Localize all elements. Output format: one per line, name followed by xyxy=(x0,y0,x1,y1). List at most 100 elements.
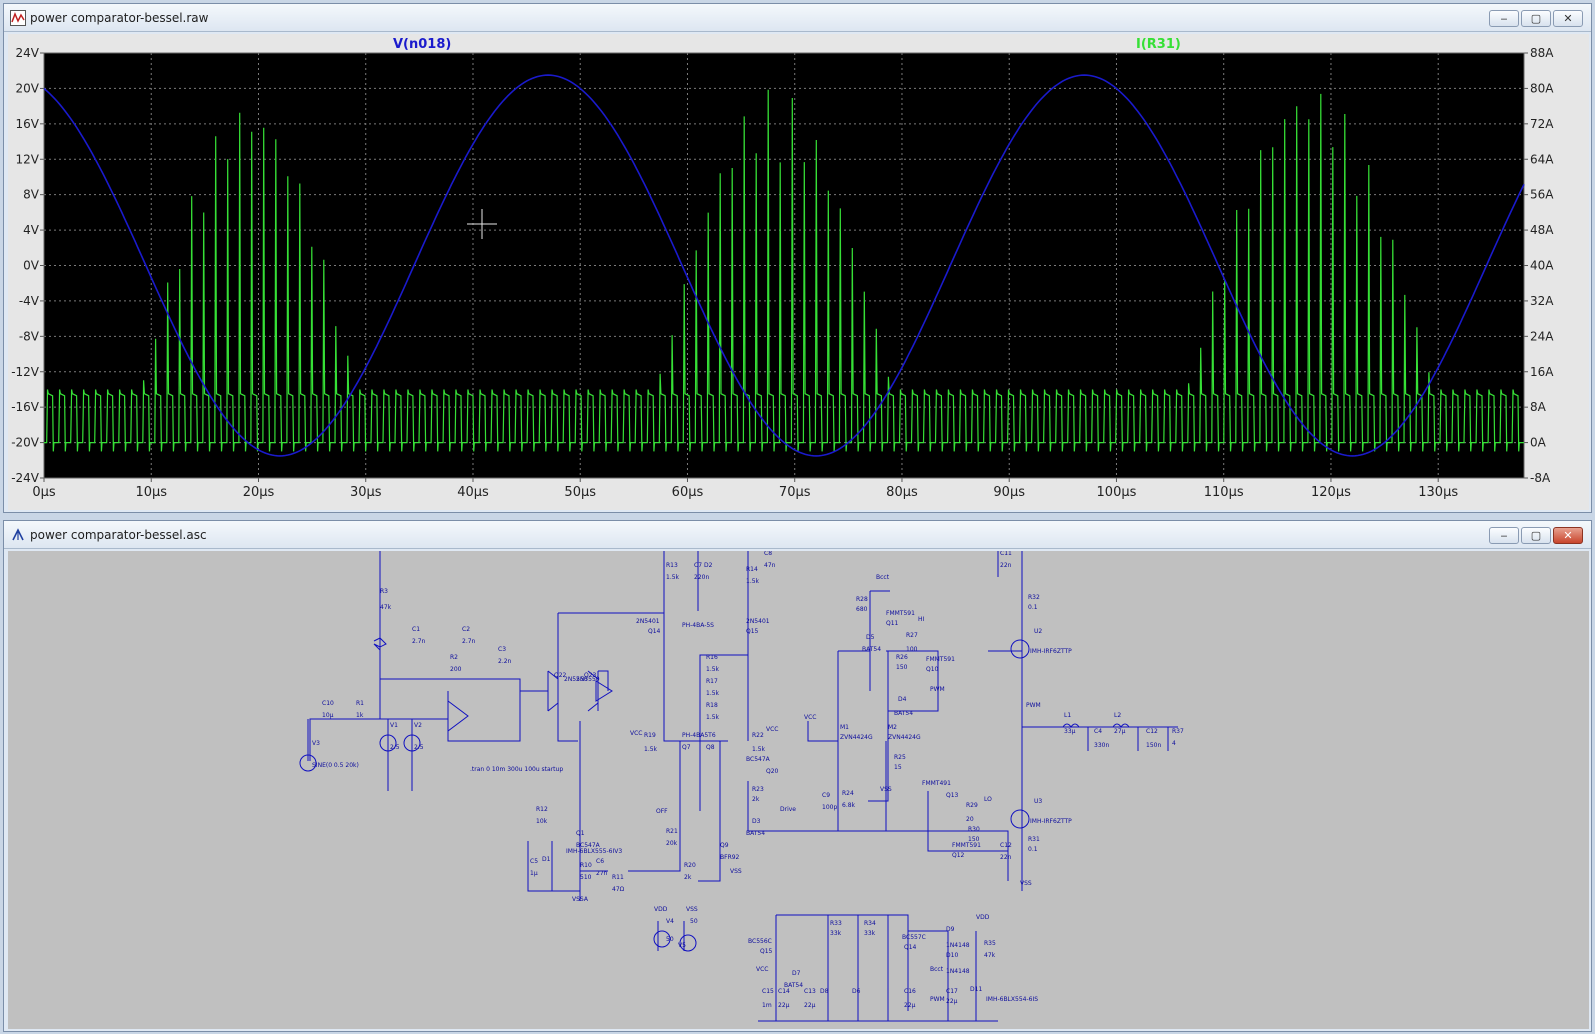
schematic-label: 10µ xyxy=(322,712,334,719)
schematic-label: 1N4148 xyxy=(946,968,970,975)
schematic-canvas[interactable]: R3 47k C1 2.7n C2 2.7n R2 200 C3 2.2n C10 10µ R1 1k V1… xyxy=(8,551,1589,1029)
schematic-label: 100 xyxy=(906,646,918,653)
schematic-label: 33k xyxy=(864,930,876,937)
y-tick-label-left: -12V xyxy=(11,365,40,379)
schematic-window[interactable]: power comparator-bessel.asc ‒ ▢ ✕ R3 47k… xyxy=(3,520,1592,1032)
schematic-label: FMMT591 xyxy=(952,842,981,849)
y-tick-label-right: 88A xyxy=(1530,46,1554,60)
schematic-maximize-button[interactable]: ▢ xyxy=(1521,527,1551,544)
schematic-label: 1k xyxy=(356,712,364,719)
schematic-label: Q15 xyxy=(760,948,773,955)
schematic-label: Q11 xyxy=(886,620,899,627)
schematic-label: D10 xyxy=(946,952,958,959)
schematic-label: 22µ xyxy=(946,998,958,1005)
waveform-plot[interactable]: 24V 88A 20V 80A 16V 72A 12V 64A 8V 56A 4V 48A 0V 40A -… xyxy=(8,34,1589,510)
x-tick-label: 60µs xyxy=(672,485,704,500)
schematic-label: R3 xyxy=(380,588,388,595)
schematic-label: R29 xyxy=(966,802,978,809)
schematic-label: R18 xyxy=(706,702,718,709)
schematic-label: 1m xyxy=(762,1002,772,1009)
schematic-label: 1.5k xyxy=(746,578,760,585)
schematic-label: 330n xyxy=(1094,742,1109,749)
y-tick-label-right: 40A xyxy=(1530,259,1554,273)
schematic-label: R37 xyxy=(1172,728,1184,735)
schematic-label: FMMT591 xyxy=(886,610,915,617)
waveform-plot-area[interactable]: 24V 88A 20V 80A 16V 72A 12V 64A 8V 56A 4V 48A 0V 40A -… xyxy=(8,34,1589,510)
close-icon: ✕ xyxy=(1563,12,1573,25)
schematic-label: 100p xyxy=(822,804,837,811)
schematic-label: VCC xyxy=(630,730,642,737)
schematic-label: 33µ xyxy=(1064,728,1076,735)
schematic-label: C3 xyxy=(498,646,506,653)
schematic-label: FMMT591 xyxy=(926,656,955,663)
schematic-label: HI xyxy=(918,616,925,623)
schematic-label: 15 xyxy=(894,764,902,771)
schematic-label: 47k xyxy=(984,952,996,959)
x-tick-label: 110µs xyxy=(1204,485,1244,500)
schematic-label: BAT54 xyxy=(894,710,913,717)
schematic-close-button[interactable]: ✕ xyxy=(1553,527,1583,544)
schematic-label: VCC xyxy=(756,966,768,973)
schematic-label: 22µ xyxy=(904,1002,916,1009)
schematic-label: VSS xyxy=(1020,880,1032,887)
schematic-label: ZVN4424G xyxy=(888,734,921,741)
schematic-label: BC556C xyxy=(748,938,772,945)
schematic-drawing[interactable]: R3 47k C1 2.7n C2 2.7n R2 200 C3 2.2n C10 10µ R1 1k V1… xyxy=(8,551,1589,1029)
minimize-icon: ‒ xyxy=(1500,12,1508,25)
schematic-minimize-button[interactable]: ‒ xyxy=(1489,527,1519,544)
schematic-labels: R3 47k C1 2.7n C2 2.7n R2 200 C3 2.2n C10 10µ R1 1k V1… xyxy=(312,551,1184,1009)
schematic-label: R13 xyxy=(666,562,678,569)
waveform-window[interactable]: power comparator-bessel.raw ‒ ▢ ✕ 24V 88A… xyxy=(3,3,1592,513)
x-tick-label: 130µs xyxy=(1418,485,1458,500)
schematic-label: R14 xyxy=(746,566,758,573)
schematic-label: Q10 xyxy=(926,666,939,673)
y-tick-label-right: 16A xyxy=(1530,365,1554,379)
schematic-label: L1 xyxy=(1064,712,1071,719)
schematic-label: R10 xyxy=(580,862,592,869)
schematic-label: R33 xyxy=(830,920,842,927)
x-tick-label: 90µs xyxy=(993,485,1025,500)
schematic-label: Q15 xyxy=(746,628,759,635)
schematic-label: C14 xyxy=(778,988,790,995)
waveform-maximize-button[interactable]: ▢ xyxy=(1521,10,1551,27)
schematic-label: Q20 xyxy=(766,768,779,775)
schematic-label: Q8 xyxy=(706,744,715,751)
schematic-label: 4 xyxy=(1172,740,1176,747)
y-tick-label-left: -20V xyxy=(11,436,40,450)
schematic-label: D7 xyxy=(792,970,801,977)
minimize-icon: ‒ xyxy=(1500,529,1508,542)
schematic-label: 47Ω xyxy=(784,551,797,553)
schematic-label: C15 xyxy=(762,988,774,995)
schematic-label: R17 xyxy=(706,678,718,685)
schematic-label: VSS xyxy=(686,906,698,913)
schematic-label: 22n xyxy=(1000,562,1012,569)
schematic-label: BC557C xyxy=(902,934,926,941)
close-icon: ✕ xyxy=(1563,529,1573,542)
schematic-label: R27 xyxy=(906,632,918,639)
schematic-label: R2 xyxy=(450,654,458,661)
schematic-label: IMH-IRF6ZTTP xyxy=(1030,818,1072,825)
schematic-label: R12 xyxy=(536,806,548,813)
schematic-label: 47k xyxy=(380,604,392,611)
schematic-label: U3 xyxy=(1034,798,1042,805)
waveform-minimize-button[interactable]: ‒ xyxy=(1489,10,1519,27)
schematic-label: D5 xyxy=(866,634,875,641)
schematic-label: VSSA xyxy=(572,896,589,903)
waveform-close-button[interactable]: ✕ xyxy=(1553,10,1583,27)
schematic-label: M2 xyxy=(888,724,897,731)
schematic-label: VCC xyxy=(804,714,816,721)
schematic-label: R31 xyxy=(1028,836,1040,843)
schematic-label: 0.1 xyxy=(1028,604,1038,611)
schematic-label: 1.5k xyxy=(706,714,720,721)
schematic-label: D3 xyxy=(752,818,761,825)
schematic-label: D6 xyxy=(852,988,861,995)
schematic-label: VSS xyxy=(880,786,892,793)
schematic-label: IMH-6BLX555-6IV3 xyxy=(566,848,622,855)
x-tick-label: 50µs xyxy=(564,485,596,500)
maximize-icon: ▢ xyxy=(1530,529,1542,542)
schematic-label: LO xyxy=(984,796,992,803)
waveform-titlebar[interactable]: power comparator-bessel.raw ‒ ▢ ✕ xyxy=(4,4,1591,32)
schematic-titlebar[interactable]: power comparator-bessel.asc ‒ ▢ ✕ xyxy=(4,521,1591,549)
schematic-label: R25 xyxy=(894,754,906,761)
schematic-label: D9 xyxy=(946,926,955,933)
